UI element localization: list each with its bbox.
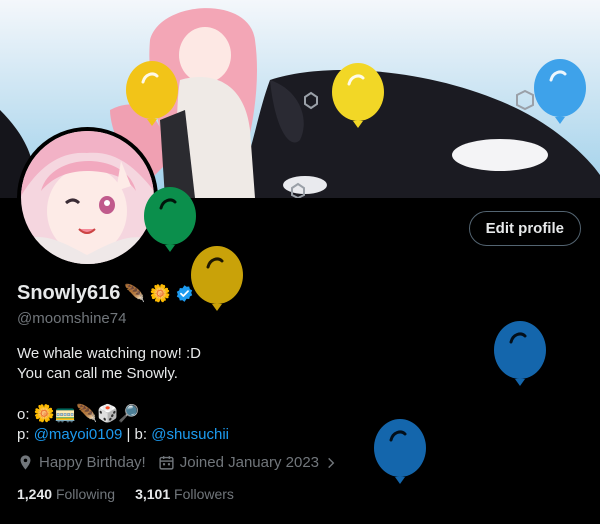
oshi-emojis: 🌼🚃🪶🎲🔎 xyxy=(33,404,140,424)
bio-line-links: p: @mayoi0109 | b: @shusuchii xyxy=(17,426,229,443)
avatar[interactable] xyxy=(17,127,158,268)
chevron-right-icon xyxy=(328,457,335,468)
balloon-icon xyxy=(126,61,178,126)
follow-stats: 1,240 Following 3,101 Followers xyxy=(17,486,234,502)
followers-count: 3,101 xyxy=(135,486,171,502)
bio-line: We whale watching now! :D xyxy=(17,345,201,362)
user-handle: @moomshine74 xyxy=(17,310,127,327)
followers-link[interactable]: 3,101 Followers xyxy=(135,486,234,502)
followers-label: Followers xyxy=(174,486,234,502)
following-link[interactable]: 1,240 Following xyxy=(17,486,115,502)
profile-meta-row: Happy Birthday! Joined January 2023 xyxy=(17,454,350,471)
calendar-icon xyxy=(159,456,174,470)
edit-profile-button[interactable]: Edit profile xyxy=(468,211,581,246)
balloon-icon xyxy=(191,246,243,311)
joined-date-item[interactable]: Joined January 2023 xyxy=(158,454,338,471)
display-name: Snowly616 xyxy=(17,282,121,304)
balloon-icon xyxy=(332,63,384,128)
balloon-icon xyxy=(534,59,586,124)
blossom-emoji: 🌼 xyxy=(149,283,171,304)
bio-line-oshi: o: 🌼🚃🪶🎲🔎 xyxy=(17,404,140,424)
balloon-icon xyxy=(144,187,196,252)
balloon-icon xyxy=(374,419,426,484)
name-row: Snowly616 🪶 🌼 xyxy=(17,282,194,305)
balloon-icon xyxy=(494,321,546,386)
mention-link-shusuchii[interactable]: @shusuchii xyxy=(151,426,229,443)
birthday-item: Happy Birthday! xyxy=(17,454,146,471)
following-label: Following xyxy=(55,486,116,502)
avatar-image xyxy=(21,131,154,264)
bio: We whale watching now! :D You can call m… xyxy=(17,344,229,445)
feather-emoji: 🪶 xyxy=(124,283,146,304)
location-pin-icon xyxy=(20,455,31,470)
following-count: 1,240 xyxy=(17,486,53,502)
bio-line: You can call me Snowly. xyxy=(17,365,178,382)
mention-link-mayoi[interactable]: @mayoi0109 xyxy=(34,426,123,443)
